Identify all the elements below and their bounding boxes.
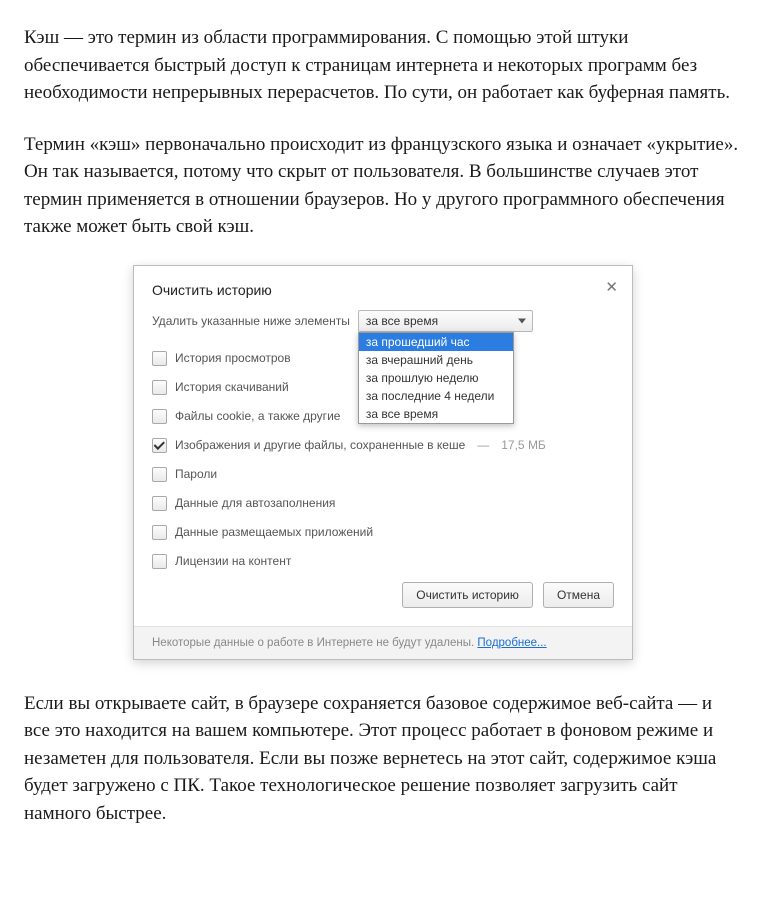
article-paragraph-2: Термин «кэш» первоначально происходит из… xyxy=(24,131,742,241)
checkbox[interactable] xyxy=(152,380,167,395)
close-icon[interactable]: ✕ xyxy=(605,278,618,296)
time-range-option[interactable]: за все время xyxy=(359,405,513,423)
checkbox-label: Данные для автозаполнения xyxy=(175,496,335,510)
cancel-button[interactable]: Отмена xyxy=(543,582,614,608)
time-range-option[interactable]: за прошедший час xyxy=(359,333,513,351)
time-range-option[interactable]: за вчерашний день xyxy=(359,351,513,369)
separator: — xyxy=(477,438,489,452)
checkbox[interactable] xyxy=(152,409,167,424)
clear-history-button[interactable]: Очистить историю xyxy=(402,582,533,608)
cache-size: 17,5 МБ xyxy=(501,438,546,452)
article-paragraph-1: Кэш — это термин из области программиров… xyxy=(24,24,742,107)
clear-history-dialog: ✕ Очистить историю Удалить указанные ниж… xyxy=(133,265,633,660)
dialog-footer: Некоторые данные о работе в Интернете не… xyxy=(134,626,632,659)
checkbox[interactable] xyxy=(152,525,167,540)
list-item: Лицензии на контент xyxy=(152,547,614,576)
learn-more-link[interactable]: Подробнее... xyxy=(477,637,546,649)
list-item: Изображения и другие файлы, сохраненные … xyxy=(152,431,614,460)
checkbox[interactable] xyxy=(152,438,167,453)
dialog-title: Очистить историю xyxy=(134,266,632,306)
list-item: Пароли xyxy=(152,460,614,489)
checkbox-label: Данные размещаемых приложений xyxy=(175,525,373,539)
time-range-value: за все время xyxy=(366,314,438,328)
delete-prompt-label: Удалить указанные ниже элементы xyxy=(152,314,350,328)
checkbox[interactable] xyxy=(152,554,167,569)
checkbox[interactable] xyxy=(152,351,167,366)
checkbox-label: Лицензии на контент xyxy=(175,554,291,568)
time-range-option[interactable]: за прошлую неделю xyxy=(359,369,513,387)
time-range-dropdown: за прошедший час за вчерашний день за пр… xyxy=(358,332,514,424)
list-item: Данные для автозаполнения xyxy=(152,489,614,518)
footer-text: Некоторые данные о работе в Интернете не… xyxy=(152,637,477,649)
article-paragraph-3: Если вы открываете сайт, в браузере сохр… xyxy=(24,690,742,828)
chevron-down-icon xyxy=(518,318,526,323)
time-range-option[interactable]: за последние 4 недели xyxy=(359,387,513,405)
checkbox-label: Пароли xyxy=(175,467,217,481)
checkbox-label: Файлы cookie, а также другие xyxy=(175,409,340,423)
checkbox-label: История просмотров xyxy=(175,351,291,365)
list-item: Данные размещаемых приложений xyxy=(152,518,614,547)
checkbox-label: Изображения и другие файлы, сохраненные … xyxy=(175,438,465,452)
time-range-select[interactable]: за все время за прошедший час за вчерашн… xyxy=(358,310,533,332)
checkbox[interactable] xyxy=(152,467,167,482)
checkbox-label: История скачиваний xyxy=(175,380,289,394)
checkbox[interactable] xyxy=(152,496,167,511)
